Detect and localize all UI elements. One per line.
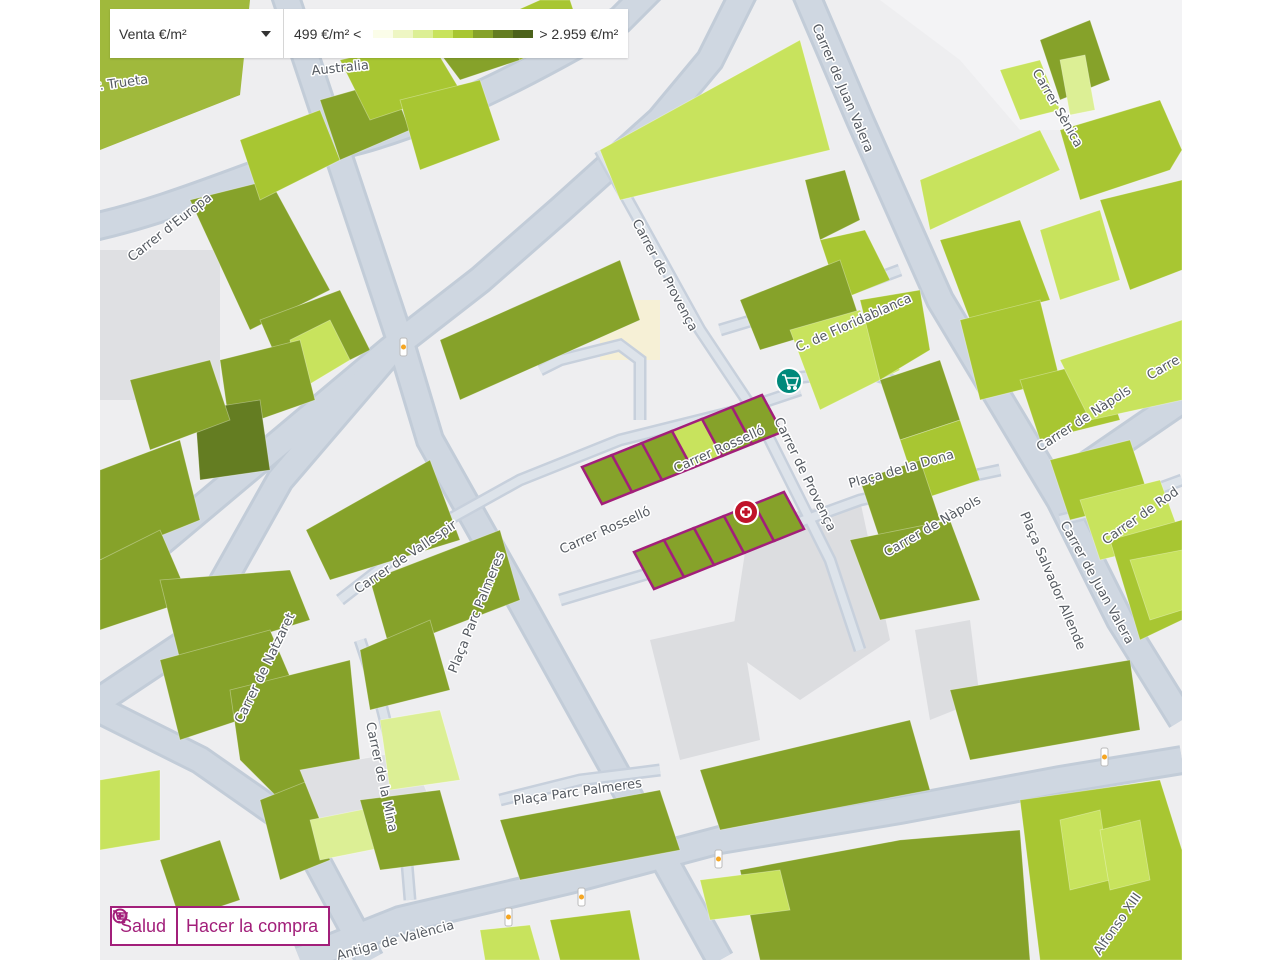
legend-swatch xyxy=(493,29,514,38)
legend-swatch xyxy=(513,29,534,38)
price-type-label: Venta €/m² xyxy=(119,25,187,42)
price-scale: 499 €/m² < > 2.959 €/m² xyxy=(284,9,628,58)
legend-swatch xyxy=(413,29,434,38)
shopping-button-label: Hacer la compra xyxy=(186,915,319,936)
chevron-down-icon xyxy=(261,30,271,37)
shopping-cart-icon xyxy=(113,910,128,924)
price-legend: Venta €/m² 499 €/m² < > 2.959 €/m² xyxy=(110,9,629,58)
shopping-button[interactable]: Hacer la compra xyxy=(113,908,328,944)
legend-swatch xyxy=(453,29,474,38)
legend-swatch xyxy=(373,29,394,38)
health-cross-icon xyxy=(740,506,752,518)
price-type-select[interactable]: Venta €/m² xyxy=(110,9,284,58)
poi-category-bar: Salud Hacer la compra xyxy=(110,906,331,946)
map-canvas[interactable]: Dr. Trueta Australia Carrer d'Europa Car… xyxy=(100,0,1182,960)
supermarket-marker[interactable] xyxy=(775,367,803,395)
legend-swatch xyxy=(393,29,414,38)
legend-max-label: > 2.959 €/m² xyxy=(539,25,619,42)
legend-min-label: 499 €/m² < xyxy=(294,25,362,42)
legend-swatch xyxy=(473,29,494,38)
map-view[interactable]: Dr. Trueta Australia Carrer d'Europa Car… xyxy=(100,0,1182,960)
legend-swatches xyxy=(373,29,534,38)
health-marker[interactable] xyxy=(733,499,759,525)
legend-swatch xyxy=(433,29,454,38)
